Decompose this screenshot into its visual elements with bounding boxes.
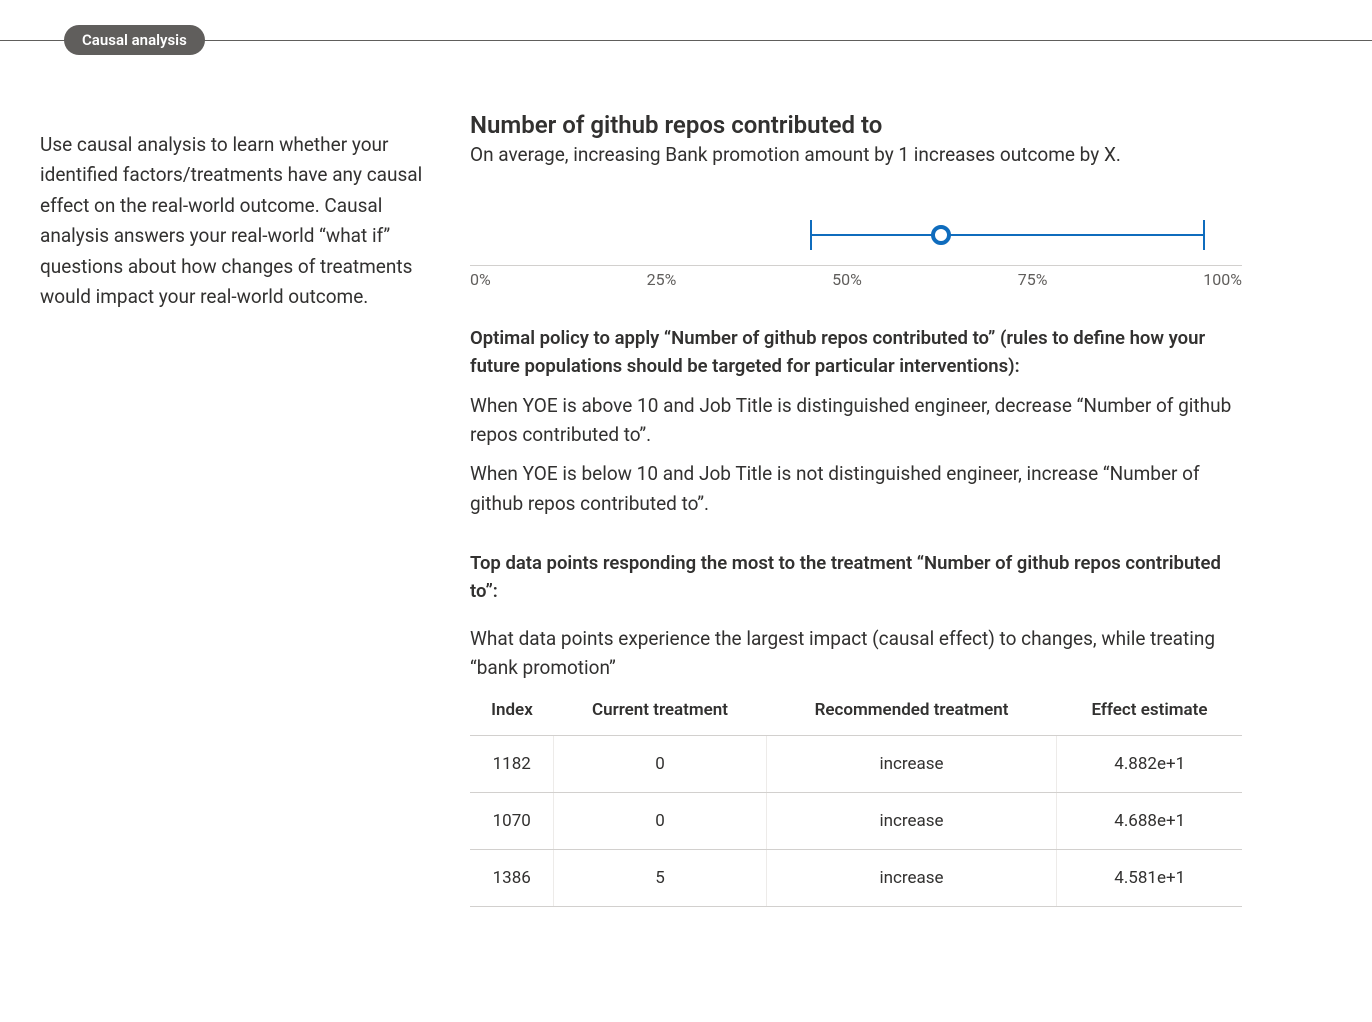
axis-tick: 75% (1018, 270, 1048, 289)
metric-subtitle: On average, increasing Bank promotion am… (470, 143, 1242, 166)
ci-whisker-high (1203, 220, 1205, 250)
left-column: Use causal analysis to learn whether you… (40, 111, 430, 907)
policy-rule-1: When YOE is above 10 and Job Title is di… (470, 391, 1242, 450)
table-cell: 4.581e+1 (1057, 849, 1242, 906)
confidence-interval-plot (470, 206, 1242, 266)
col-recommended-treatment: Recommended treatment (766, 691, 1057, 736)
intro-paragraph: Use causal analysis to learn whether you… (40, 130, 430, 312)
metric-title: Number of github repos contributed to (470, 111, 1242, 139)
policy-rule-2: When YOE is below 10 and Job Title is no… (470, 459, 1242, 518)
col-index: Index (470, 691, 554, 736)
content-area: Use causal analysis to learn whether you… (0, 41, 1372, 907)
table-cell: 0 (554, 792, 766, 849)
table-row: 11820increase4.882e+1 (470, 735, 1242, 792)
top-points-heading: Top data points responding the most to t… (470, 550, 1242, 606)
ci-bar (810, 234, 1204, 236)
table-cell: 4.688e+1 (1057, 792, 1242, 849)
section-pill: Causal analysis (64, 25, 205, 55)
page-root: Causal analysis Use causal analysis to l… (0, 0, 1372, 1022)
ci-point-estimate (931, 225, 951, 245)
table-cell: 0 (554, 735, 766, 792)
axis-labels: 0% 25% 50% 75% 100% (470, 270, 1242, 289)
col-effect-estimate: Effect estimate (1057, 691, 1242, 736)
table-cell: 1070 (470, 792, 554, 849)
table-cell: 5 (554, 849, 766, 906)
col-current-treatment: Current treatment (554, 691, 766, 736)
table-cell: increase (766, 849, 1057, 906)
top-points-table: Index Current treatment Recommended trea… (470, 691, 1242, 907)
table-row: 10700increase4.688e+1 (470, 792, 1242, 849)
table-header-row: Index Current treatment Recommended trea… (470, 691, 1242, 736)
table-cell: 1182 (470, 735, 554, 792)
table-cell: 1386 (470, 849, 554, 906)
table-cell: increase (766, 735, 1057, 792)
axis-tick: 0% (470, 270, 491, 289)
right-column: Number of github repos contributed to On… (470, 111, 1332, 907)
policy-heading: Optimal policy to apply “Number of githu… (470, 325, 1242, 381)
axis-tick: 50% (832, 270, 862, 289)
axis-tick: 25% (647, 270, 677, 289)
table-row: 13865increase4.581e+1 (470, 849, 1242, 906)
top-points-intro: What data points experience the largest … (470, 624, 1242, 683)
header-divider: Causal analysis (0, 40, 1372, 41)
axis-tick: 100% (1203, 270, 1242, 289)
table-cell: increase (766, 792, 1057, 849)
table-cell: 4.882e+1 (1057, 735, 1242, 792)
